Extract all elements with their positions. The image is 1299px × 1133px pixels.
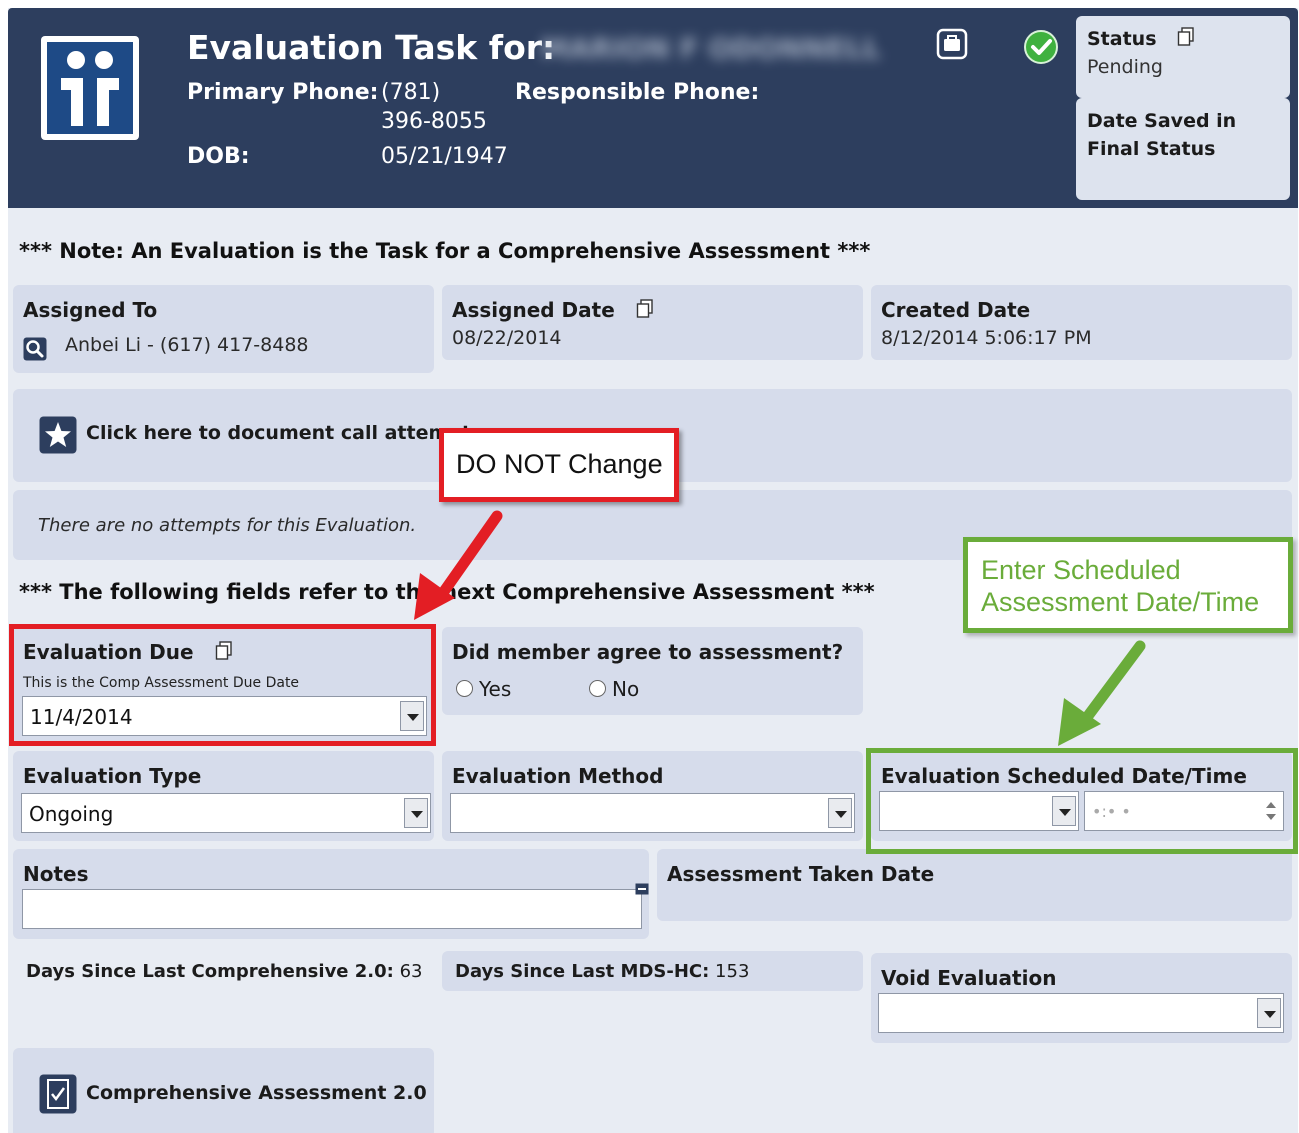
enter-scheduled-line2: Assessment Date/Time [981,587,1260,617]
green-arrow-icon [1058,640,1146,746]
enter-scheduled-line1: Enter Scheduled [981,555,1181,585]
enter-scheduled-callout: Enter Scheduled Assessment Date/Time [963,537,1293,633]
do-not-change-callout: DO NOT Change [439,428,679,502]
red-arrow-icon [414,510,503,620]
do-not-change-text: DO NOT Change [456,449,663,479]
